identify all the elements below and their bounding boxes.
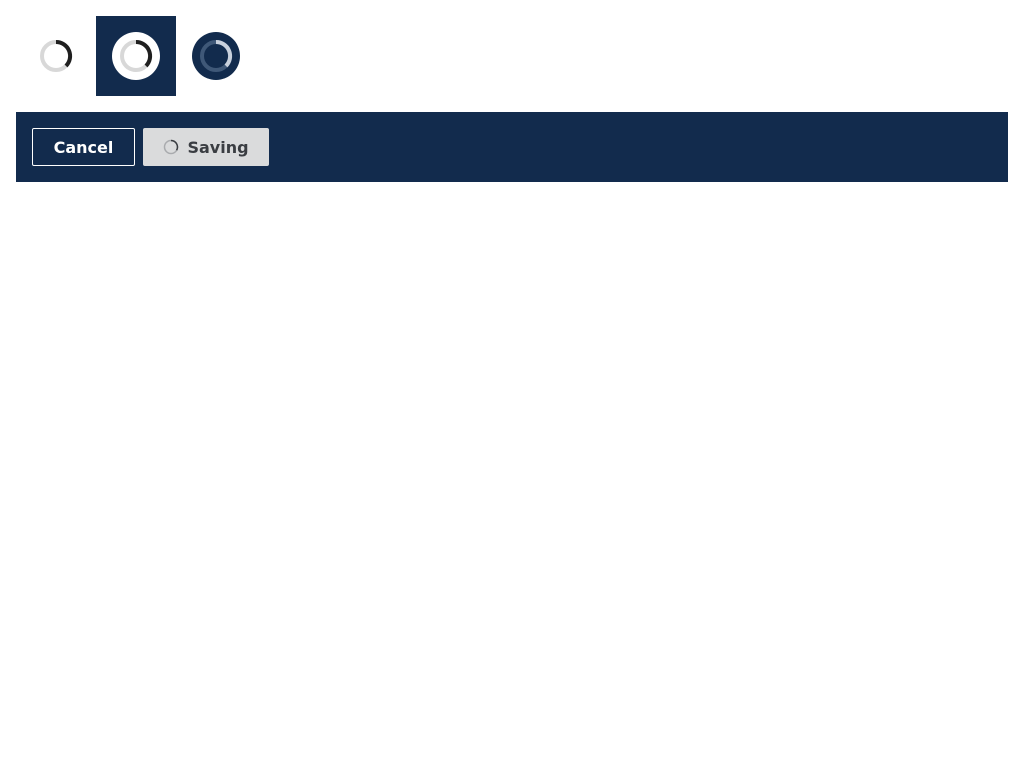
loading-spinner-icon [164, 139, 179, 155]
cancel-button-label: Cancel [53, 137, 114, 157]
spinner-cell-on-dark [96, 16, 176, 96]
spinner-cell-dark-variant [176, 16, 256, 96]
loading-spinner-icon [112, 32, 160, 80]
spinner-examples [16, 16, 256, 96]
loading-spinner-icon [40, 39, 73, 72]
saving-button: Saving [143, 128, 269, 166]
saving-button-label: Saving [187, 137, 249, 157]
button-bar: Cancel Saving [16, 112, 1008, 182]
loading-spinner-icon [192, 32, 240, 80]
spinner-cell-plain [16, 16, 96, 96]
cancel-button[interactable]: Cancel [32, 128, 135, 166]
